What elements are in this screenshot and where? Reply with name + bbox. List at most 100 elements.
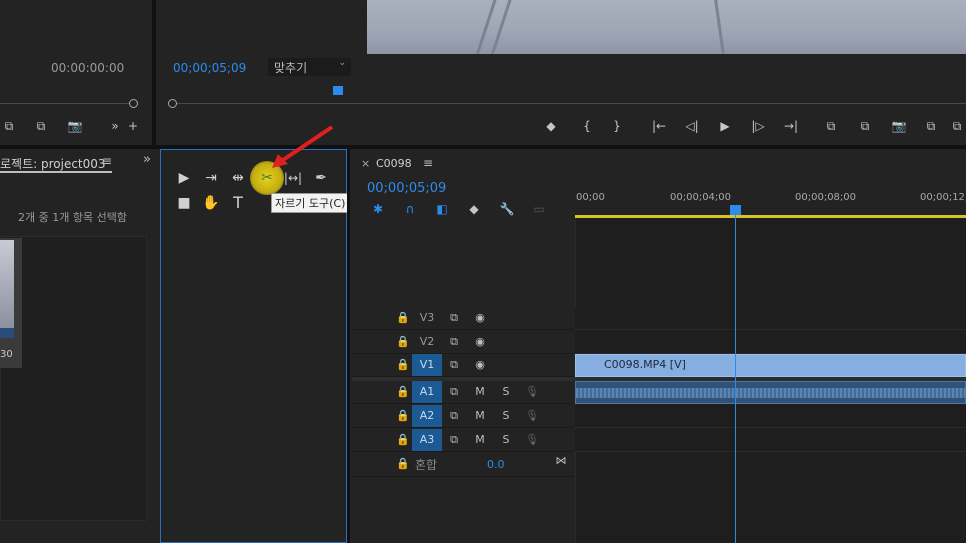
source-controls: ⧉ ⧉ 📷 » +: [0, 118, 150, 136]
wrench-icon[interactable]: 🔧: [499, 202, 515, 216]
lock-icon[interactable]: 🔒: [396, 311, 410, 324]
lock-icon[interactable]: 🔒: [396, 385, 410, 398]
mute-button[interactable]: M: [473, 433, 487, 446]
track-row-a3[interactable]: [575, 429, 966, 452]
program-video-frame: [367, 0, 966, 54]
mix-volume-value[interactable]: 0.0: [487, 458, 505, 471]
razor-tooltip: 자르기 도구(C): [271, 193, 350, 213]
solo-button[interactable]: S: [499, 433, 513, 446]
rectangle-tool-icon[interactable]: ■: [174, 193, 194, 213]
play-icon[interactable]: ▶: [716, 118, 734, 134]
ripple-edit-tool-icon[interactable]: ⇹: [228, 168, 248, 188]
ruler-label: 00;00: [576, 192, 605, 203]
track-label-v1[interactable]: V1: [412, 354, 442, 376]
hand-tool-icon[interactable]: ✋: [201, 193, 221, 213]
program-scrub-start[interactable]: [168, 99, 177, 108]
clip-name: C0098.MP4 [V]: [604, 358, 686, 371]
fit-dropdown[interactable]: 맞추기 ⌄: [268, 58, 351, 76]
timeline-menu-icon[interactable]: ≡: [423, 156, 433, 170]
video-clip[interactable]: C0098.MP4 [V]: [575, 354, 966, 377]
marker-icon[interactable]: ◆: [542, 118, 560, 134]
program-scrub-bar[interactable]: [173, 103, 966, 104]
track-label-a2[interactable]: A2: [412, 405, 442, 427]
lock-icon[interactable]: 🔒: [396, 358, 410, 371]
lock-icon[interactable]: 🔒: [396, 433, 410, 446]
go-to-in-icon[interactable]: |←: [650, 118, 668, 134]
nest-icon[interactable]: ✱: [370, 202, 386, 216]
selection-count: 2개 중 1개 항목 선택함: [18, 211, 127, 224]
lock-icon[interactable]: 🔒: [396, 457, 410, 470]
step-back-icon[interactable]: ◁|: [683, 118, 701, 134]
track-header-a1: 🔒 A1 ⧉ M S 🎙: [352, 381, 574, 404]
add-marker-icon[interactable]: ◆: [466, 202, 482, 216]
lift-icon[interactable]: ⧉: [822, 118, 840, 134]
sync-lock-icon[interactable]: ⧉: [447, 311, 461, 325]
program-timecode[interactable]: 00;00;05;09: [173, 61, 246, 75]
linked-selection-icon[interactable]: ◧: [434, 202, 450, 216]
clip-thumbnail-label: 30: [0, 349, 13, 360]
step-forward-icon[interactable]: |▷: [749, 118, 767, 134]
lock-icon[interactable]: 🔒: [396, 335, 410, 348]
microphone-icon[interactable]: 🎙: [525, 433, 539, 446]
sync-lock-icon[interactable]: ⧉: [447, 433, 461, 447]
captions-icon[interactable]: ▭: [531, 202, 547, 216]
red-arrow-annotation-icon: [272, 125, 334, 168]
sync-lock-icon[interactable]: ⧉: [447, 409, 461, 423]
sync-lock-icon[interactable]: ⧉: [447, 358, 461, 372]
track-label-a1[interactable]: A1: [412, 381, 442, 403]
lock-icon[interactable]: 🔒: [396, 409, 410, 422]
mark-out-icon[interactable]: }: [608, 118, 626, 134]
eye-icon[interactable]: ◉: [473, 311, 487, 324]
track-label-a3[interactable]: A3: [412, 429, 442, 451]
source-timecode[interactable]: 00:00:00:00: [51, 61, 124, 75]
mute-button[interactable]: M: [473, 385, 487, 398]
timeline-timecode[interactable]: 00;00;05;09: [367, 181, 446, 196]
audio-waveform: [576, 388, 965, 398]
project-tab[interactable]: 로젝트: project003: [0, 155, 106, 172]
selection-tool-icon[interactable]: ▶: [174, 168, 194, 188]
track-row-v2[interactable]: [575, 331, 966, 354]
type-tool-icon[interactable]: T: [228, 193, 248, 213]
audio-clip[interactable]: [575, 381, 966, 404]
fit-value: 맞추기: [274, 61, 308, 75]
comparison-view-icon[interactable]: ⧉: [922, 118, 940, 134]
insert-icon[interactable]: ⧉: [0, 118, 18, 134]
add-button-icon[interactable]: +: [124, 118, 142, 134]
mute-button[interactable]: M: [473, 409, 487, 422]
settings-icon[interactable]: ⧉: [948, 118, 966, 134]
project-bin[interactable]: [0, 236, 147, 521]
panel-overflow-icon[interactable]: »: [143, 152, 151, 167]
close-icon[interactable]: ×: [361, 157, 370, 170]
timeline-toolbar: ✱ ∩ ◧ ◆ 🔧 ▭: [368, 202, 553, 218]
track-select-tool-icon[interactable]: ⇥: [201, 168, 221, 188]
sync-lock-icon[interactable]: ⧉: [447, 335, 461, 349]
more-controls-icon[interactable]: »: [106, 118, 124, 134]
track-label-v3[interactable]: V3: [412, 307, 442, 329]
extract-icon[interactable]: ⧉: [856, 118, 874, 134]
microphone-icon[interactable]: 🎙: [525, 385, 539, 398]
chevron-down-icon: ⌄: [338, 58, 346, 68]
solo-button[interactable]: S: [499, 385, 513, 398]
track-header-mix: 🔒 혼합 0.0 ⋈: [352, 453, 574, 477]
mix-end-icon[interactable]: ⋈: [554, 454, 568, 467]
overwrite-icon[interactable]: ⧉: [32, 118, 50, 134]
program-playhead[interactable]: [333, 86, 343, 95]
camera-icon[interactable]: 📷: [66, 118, 84, 134]
eye-icon[interactable]: ◉: [473, 335, 487, 348]
track-row-a2[interactable]: [575, 405, 966, 428]
mark-in-icon[interactable]: {: [578, 118, 596, 134]
eye-icon[interactable]: ◉: [473, 358, 487, 371]
time-ruler[interactable]: [575, 186, 966, 218]
export-frame-icon[interactable]: 📷: [890, 118, 908, 134]
go-to-out-icon[interactable]: →|: [782, 118, 800, 134]
track-label-v2[interactable]: V2: [412, 331, 442, 353]
source-scrub-end[interactable]: [129, 99, 138, 108]
project-menu-icon[interactable]: ≡: [102, 154, 112, 168]
track-row-v3[interactable]: [575, 307, 966, 330]
source-scrub-bar[interactable]: [0, 103, 134, 104]
microphone-icon[interactable]: 🎙: [525, 409, 539, 422]
solo-button[interactable]: S: [499, 409, 513, 422]
sync-lock-icon[interactable]: ⧉: [447, 385, 461, 399]
sequence-tab[interactable]: C0098: [376, 157, 412, 170]
snap-icon[interactable]: ∩: [402, 202, 418, 216]
